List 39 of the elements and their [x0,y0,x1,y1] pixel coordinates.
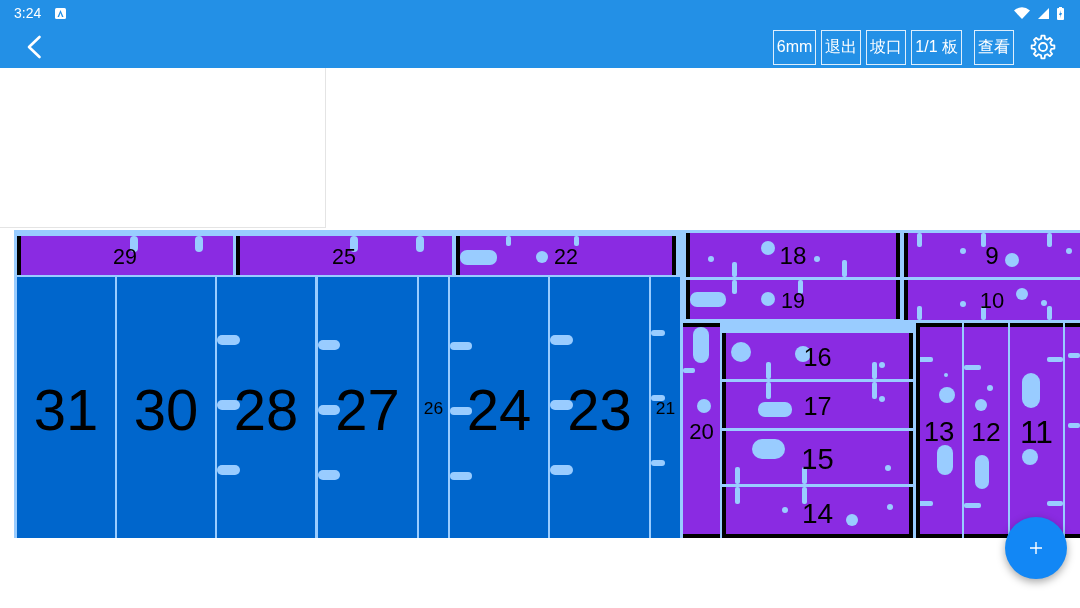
panel-number: 20 [689,418,714,444]
settings-button[interactable] [1030,34,1056,60]
add-button[interactable] [1005,517,1067,579]
panel-number: 23 [567,376,632,442]
back-button[interactable] [26,35,42,59]
signal-icon [1038,7,1049,19]
panel-number: 16 [803,342,832,371]
panel-number: 9 [985,242,999,270]
panel-number: 31 [33,376,99,442]
panel-number: 28 [233,376,299,442]
notification-icon [55,7,67,19]
panel-number: 13 [923,416,955,447]
toolbar-button[interactable]: 退出 [821,29,862,65]
panel-number: 24 [466,376,532,442]
panel-number: 26 [423,398,444,419]
panel-number: 29 [113,244,137,269]
panel-number: 22 [554,244,578,269]
panel-number: 15 [801,442,834,475]
panel-number: 21 [655,398,676,419]
toolbar-button[interactable]: 1/1 板 [911,29,962,65]
panel-number: 14 [801,498,834,530]
panel-number: 25 [332,244,356,269]
panel-number: 17 [803,391,832,420]
toolbar-button[interactable]: 坡口 [866,29,907,65]
status-time: 3:24 [14,5,42,21]
toolbar-button[interactable]: 查看 [974,29,1014,65]
panel-number: 11 [1020,413,1053,450]
panel-number: 27 [335,376,400,442]
panel-number: 30 [133,376,199,442]
settings-icon [1030,34,1056,60]
panel-number: 12 [971,416,1001,447]
panel-number: 10 [979,288,1005,314]
wifi-icon [1014,7,1030,19]
panel-number: 19 [781,288,805,313]
plus-icon [1030,542,1042,554]
toolbar-button[interactable]: 6mm [772,29,817,65]
back-icon [26,35,42,59]
panel-number: 18 [779,242,807,270]
battery-icon [1057,6,1064,20]
